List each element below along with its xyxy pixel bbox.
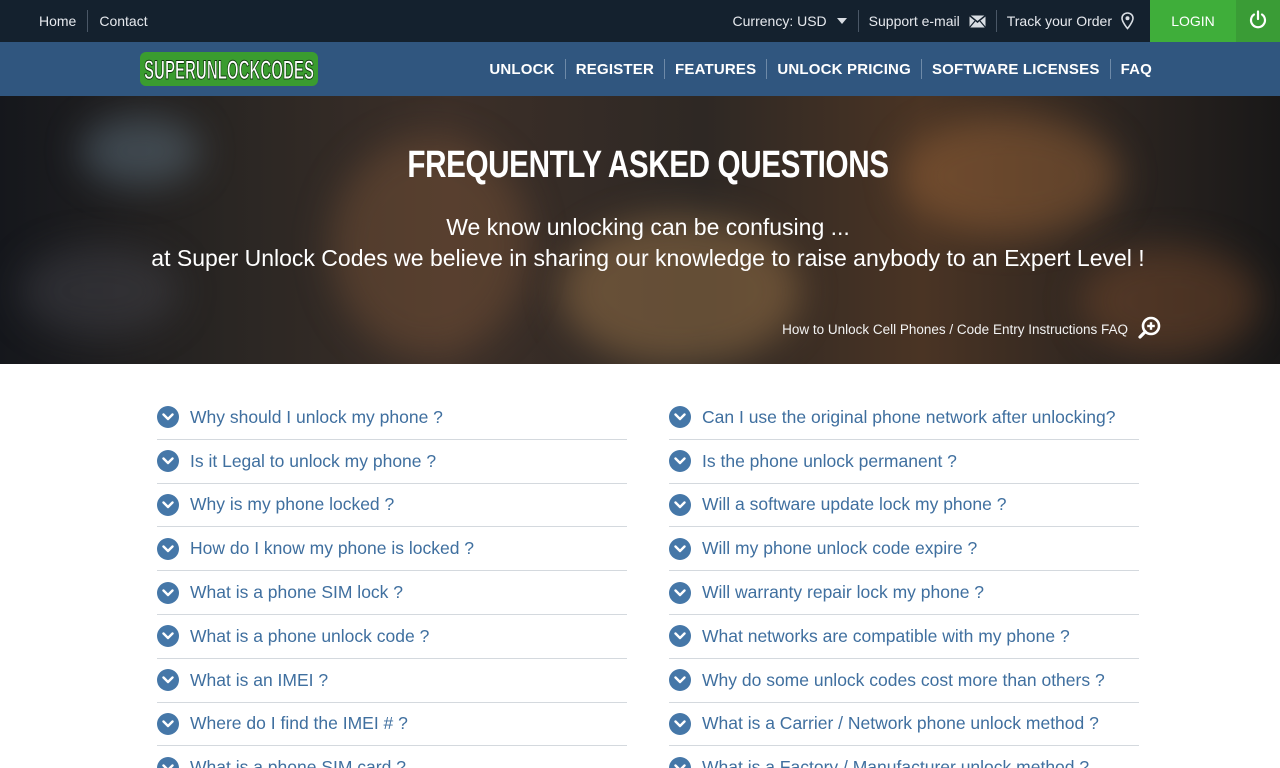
contact-link[interactable]: Contact bbox=[88, 10, 158, 32]
faq-item[interactable]: What is an IMEI ? bbox=[157, 659, 627, 703]
top-links: Home Contact bbox=[28, 0, 159, 42]
faq-question[interactable]: Where do I find the IMEI # ? bbox=[190, 713, 408, 734]
faq-item[interactable]: What is a phone unlock code ? bbox=[157, 615, 627, 659]
nav-register[interactable]: REGISTER bbox=[566, 61, 664, 78]
faq-question[interactable]: What is an IMEI ? bbox=[190, 670, 328, 691]
faq-question[interactable]: Why do some unlock codes cost more than … bbox=[702, 670, 1105, 691]
chevron-down-icon bbox=[669, 581, 691, 604]
chevron-down-icon bbox=[669, 712, 691, 735]
chevron-down-icon bbox=[157, 712, 179, 735]
faq-item[interactable]: What is a phone SIM card ? bbox=[157, 746, 627, 768]
faq-item[interactable]: What is a Carrier / Network phone unlock… bbox=[669, 703, 1139, 747]
power-icon bbox=[1248, 9, 1268, 33]
faq-question[interactable]: What is a phone unlock code ? bbox=[190, 626, 429, 647]
chevron-down-icon bbox=[669, 669, 691, 692]
site-logo[interactable]: SUPERUNLOCKCODES bbox=[138, 48, 320, 90]
chevron-down-icon bbox=[157, 493, 179, 516]
faq-item[interactable]: Can I use the original phone network aft… bbox=[669, 396, 1139, 440]
nav-unlock[interactable]: UNLOCK bbox=[479, 61, 564, 78]
code-entry-instructions-link[interactable]: How to Unlock Cell Phones / Code Entry I… bbox=[782, 322, 1128, 337]
zoom-in-icon[interactable] bbox=[1138, 316, 1162, 345]
chevron-down-icon bbox=[157, 625, 179, 648]
caret-down-icon bbox=[836, 17, 848, 25]
faq-item[interactable]: What networks are compatible with my pho… bbox=[669, 615, 1139, 659]
top-bar: Home Contact Currency: USD Support e-mai… bbox=[0, 0, 1280, 42]
faq-item[interactable]: Is the phone unlock permanent ? bbox=[669, 440, 1139, 484]
faq-item[interactable]: Why do some unlock codes cost more than … bbox=[669, 659, 1139, 703]
faq-question[interactable]: Why should I unlock my phone ? bbox=[190, 407, 443, 428]
faq-item[interactable]: Why should I unlock my phone ? bbox=[157, 396, 627, 440]
faq-question[interactable]: Can I use the original phone network aft… bbox=[702, 407, 1115, 428]
chevron-down-icon bbox=[669, 450, 691, 473]
currency-selector[interactable]: Currency: USD bbox=[723, 10, 858, 32]
faq-list-left: Why should I unlock my phone ? Is it Lega… bbox=[157, 396, 627, 768]
chevron-down-icon bbox=[157, 537, 179, 560]
envelope-icon bbox=[968, 14, 986, 28]
chevron-down-icon bbox=[157, 406, 179, 429]
faq-question[interactable]: Is the phone unlock permanent ? bbox=[702, 451, 957, 472]
power-button[interactable] bbox=[1236, 0, 1280, 42]
chevron-down-icon bbox=[157, 581, 179, 604]
chevron-down-icon bbox=[669, 406, 691, 429]
login-button[interactable]: LOGIN bbox=[1150, 0, 1236, 42]
hero-banner: FREQUENTLY ASKED QUESTIONS We know unloc… bbox=[0, 96, 1280, 364]
support-label: Support e-mail bbox=[868, 13, 960, 29]
faq-question[interactable]: Will my phone unlock code expire ? bbox=[702, 538, 977, 559]
nav-features[interactable]: FEATURES bbox=[665, 61, 766, 78]
chevron-down-icon bbox=[669, 537, 691, 560]
chevron-down-icon bbox=[157, 669, 179, 692]
faq-list-right: Can I use the original phone network aft… bbox=[669, 396, 1139, 768]
faq-question[interactable]: What is a Factory / Manufacturer unlock … bbox=[702, 757, 1089, 768]
map-pin-icon bbox=[1121, 12, 1134, 30]
hero-subtitle: We know unlocking can be confusing ... a… bbox=[0, 212, 1280, 274]
faq-item[interactable]: How do I know my phone is locked ? bbox=[157, 527, 627, 572]
chevron-down-icon bbox=[669, 493, 691, 516]
faq-item[interactable]: Will my phone unlock code expire ? bbox=[669, 527, 1139, 572]
support-email-link[interactable]: Support e-mail bbox=[859, 10, 996, 32]
faq-question[interactable]: Will warranty repair lock my phone ? bbox=[702, 582, 984, 603]
faq-question[interactable]: Is it Legal to unlock my phone ? bbox=[190, 451, 436, 472]
chevron-down-icon bbox=[669, 756, 691, 768]
faq-question[interactable]: What networks are compatible with my pho… bbox=[702, 626, 1070, 647]
faq-item[interactable]: Why is my phone locked ? bbox=[157, 484, 627, 528]
faq-question[interactable]: What is a phone SIM lock ? bbox=[190, 582, 403, 603]
faq-item[interactable]: Will warranty repair lock my phone ? bbox=[669, 571, 1139, 615]
page-title: FREQUENTLY ASKED QUESTIONS bbox=[407, 144, 889, 186]
faq-item[interactable]: Where do I find the IMEI # ? bbox=[157, 703, 627, 747]
faq-question[interactable]: Will a software update lock my phone ? bbox=[702, 494, 1006, 515]
faq-question[interactable]: What is a Carrier / Network phone unlock… bbox=[702, 713, 1099, 734]
hero-subtitle-line-2: at Super Unlock Codes we believe in shar… bbox=[151, 245, 1145, 271]
logo-text: SUPERUNLOCKCODES bbox=[144, 55, 314, 85]
primary-nav: UNLOCK REGISTER FEATURES UNLOCK PRICING … bbox=[479, 42, 1162, 96]
top-actions: Currency: USD Support e-mail Track your … bbox=[723, 0, 1280, 42]
chevron-down-icon bbox=[669, 625, 691, 648]
currency-label: Currency: USD bbox=[732, 13, 827, 29]
main-navbar: SUPERUNLOCKCODES UNLOCK REGISTER FEATURE… bbox=[0, 42, 1280, 96]
faq-question[interactable]: How do I know my phone is locked ? bbox=[190, 538, 474, 559]
faq-question[interactable]: Why is my phone locked ? bbox=[190, 494, 394, 515]
faq-item[interactable]: What is a phone SIM lock ? bbox=[157, 571, 627, 615]
track-order-link[interactable]: Track your Order bbox=[997, 10, 1144, 32]
chevron-down-icon bbox=[157, 450, 179, 473]
nav-faq[interactable]: FAQ bbox=[1111, 61, 1162, 78]
faq-item[interactable]: Will a software update lock my phone ? bbox=[669, 484, 1139, 528]
track-label: Track your Order bbox=[1006, 13, 1112, 29]
nav-software-licenses[interactable]: SOFTWARE LICENSES bbox=[922, 61, 1110, 78]
faq-item[interactable]: What is a Factory / Manufacturer unlock … bbox=[669, 746, 1139, 768]
nav-unlock-pricing[interactable]: UNLOCK PRICING bbox=[767, 61, 921, 78]
faq-question[interactable]: What is a phone SIM card ? bbox=[190, 757, 406, 768]
faq-item[interactable]: Is it Legal to unlock my phone ? bbox=[157, 440, 627, 484]
hero-subtitle-line-1: We know unlocking can be confusing ... bbox=[446, 214, 850, 240]
home-link[interactable]: Home bbox=[28, 10, 87, 32]
chevron-down-icon bbox=[157, 756, 179, 768]
